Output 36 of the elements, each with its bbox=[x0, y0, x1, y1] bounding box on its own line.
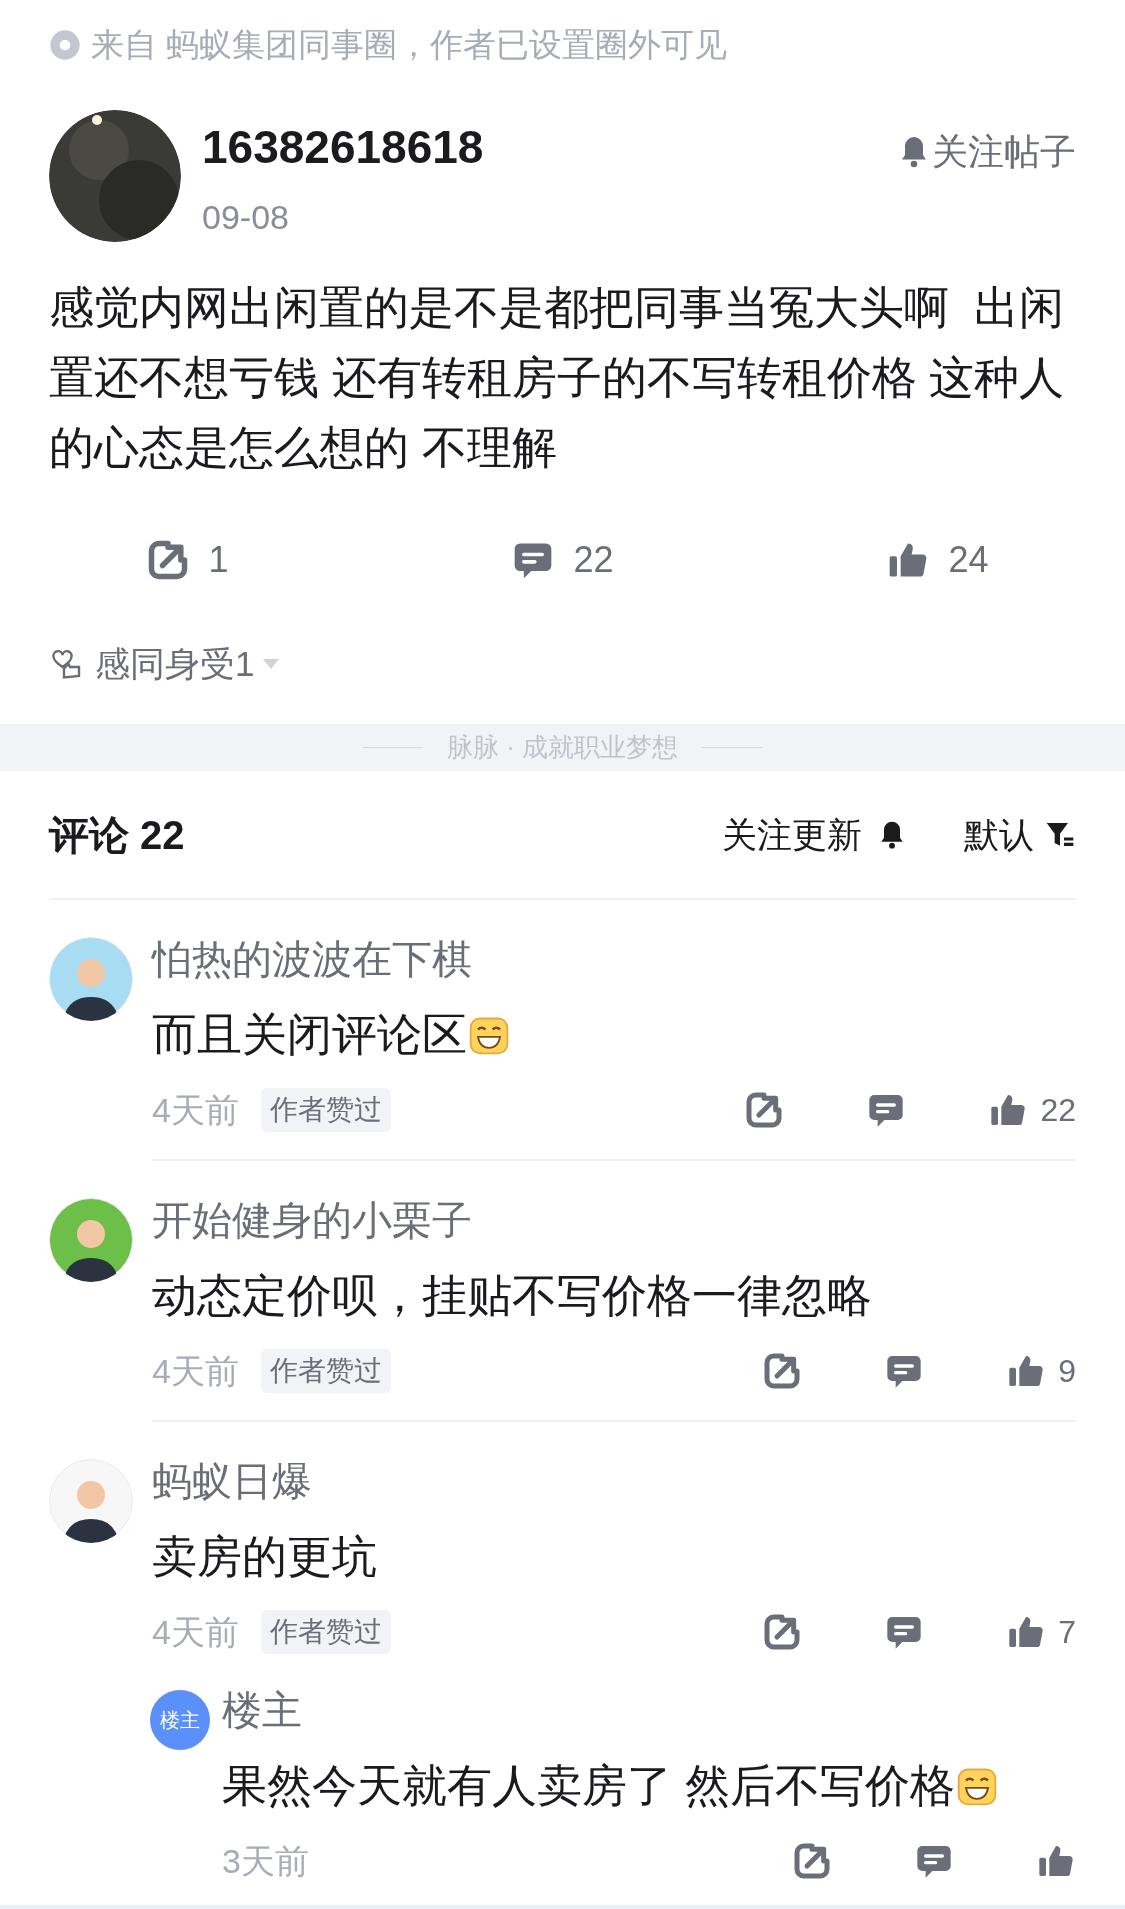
comment-author[interactable]: 蚂蚁日爆 bbox=[152, 1459, 1076, 1503]
comment-author[interactable]: 开始健身的小栗子 bbox=[152, 1198, 1076, 1242]
action-count: 1 bbox=[208, 538, 229, 582]
author-liked-tag: 作者赞过 bbox=[260, 1610, 391, 1654]
like-count: 9 bbox=[1058, 1352, 1076, 1391]
share-icon[interactable] bbox=[744, 1090, 785, 1130]
comment-author[interactable]: 楼主 bbox=[222, 1688, 1076, 1732]
reaction-label[interactable]: 感同身受1 bbox=[95, 637, 255, 691]
comment-text: 动态定价呗，挂贴不写价格一律忽略 bbox=[152, 1269, 872, 1323]
action-count: 22 bbox=[573, 538, 614, 582]
post-author[interactable]: 16382618618 bbox=[202, 122, 896, 172]
post-text: 感觉内网出闲置的是不是都把同事当冤大头啊 出闲置还不想亏钱 还有转租房子的不写转租价格 这种人的心态是怎么想的 不理解 bbox=[48, 281, 1065, 475]
comment-time: 4天前 bbox=[152, 1089, 239, 1131]
avatar-badge: 楼主 bbox=[150, 1690, 210, 1750]
comment-time: 3天前 bbox=[222, 1840, 309, 1882]
comment-time: 4天前 bbox=[152, 1350, 239, 1392]
share-icon[interactable] bbox=[792, 1841, 832, 1881]
comment-text: 卖房的更坑 bbox=[152, 1530, 377, 1584]
comment-text: 而且关闭评论区 bbox=[152, 1008, 467, 1062]
share-icon[interactable] bbox=[762, 1612, 803, 1652]
share-icon[interactable] bbox=[762, 1351, 803, 1391]
source-note: 来自 蚂蚁集团同事圈，作者已设置圈外可见 bbox=[91, 25, 728, 66]
follow-post-button[interactable]: 关注帖子 bbox=[896, 127, 1076, 177]
comment-time: 4天前 bbox=[152, 1611, 239, 1653]
action-count: 24 bbox=[948, 538, 989, 582]
comment-text: 果然今天就有人卖房了 然后不写价格 bbox=[222, 1759, 955, 1813]
like-count: 7 bbox=[1058, 1613, 1076, 1652]
sort-button[interactable]: 默认 bbox=[964, 808, 1076, 862]
post-date: 09-08 bbox=[202, 197, 290, 238]
like-count: 22 bbox=[1040, 1091, 1076, 1130]
author-liked-tag: 作者赞过 bbox=[260, 1349, 391, 1393]
comments-title: 评论 22 bbox=[49, 812, 185, 859]
follow-updates-button[interactable]: 关注更新 bbox=[722, 808, 908, 862]
comment-author[interactable]: 怕热的波波在下棋 bbox=[152, 937, 1076, 981]
radio-dot-icon bbox=[49, 29, 81, 61]
author-liked-tag: 作者赞过 bbox=[260, 1088, 391, 1132]
